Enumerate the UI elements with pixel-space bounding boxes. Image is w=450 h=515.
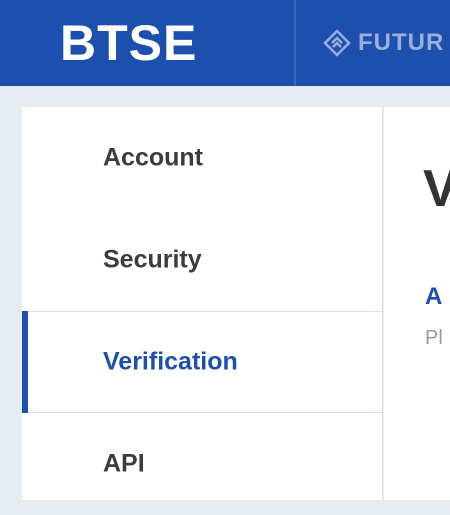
sidebar-item-account[interactable]: Account (22, 107, 382, 209)
futures-diamond-icon (323, 29, 351, 57)
top-navigation-bar: BTSE FUTUR (0, 0, 450, 86)
header-divider (294, 0, 296, 86)
sidebar-item-label: Account (103, 143, 203, 172)
section-description: Pl (425, 327, 443, 349)
btse-logo[interactable]: BTSE (60, 14, 197, 72)
section-link[interactable]: A (425, 283, 442, 311)
sidebar-item-label: Security (103, 245, 202, 274)
main-content-panel: V A Pl (384, 107, 450, 500)
page-title: V (423, 160, 450, 218)
settings-sidebar: Account Security Verification API (22, 107, 383, 500)
sidebar-item-label: Verification (103, 347, 238, 376)
futures-nav-label: FUTUR (358, 29, 445, 56)
sidebar-item-label: API (103, 449, 145, 478)
futures-nav-link[interactable]: FUTUR (322, 28, 444, 58)
sidebar-item-security[interactable]: Security (22, 209, 382, 311)
sidebar-item-verification[interactable]: Verification (22, 311, 382, 413)
